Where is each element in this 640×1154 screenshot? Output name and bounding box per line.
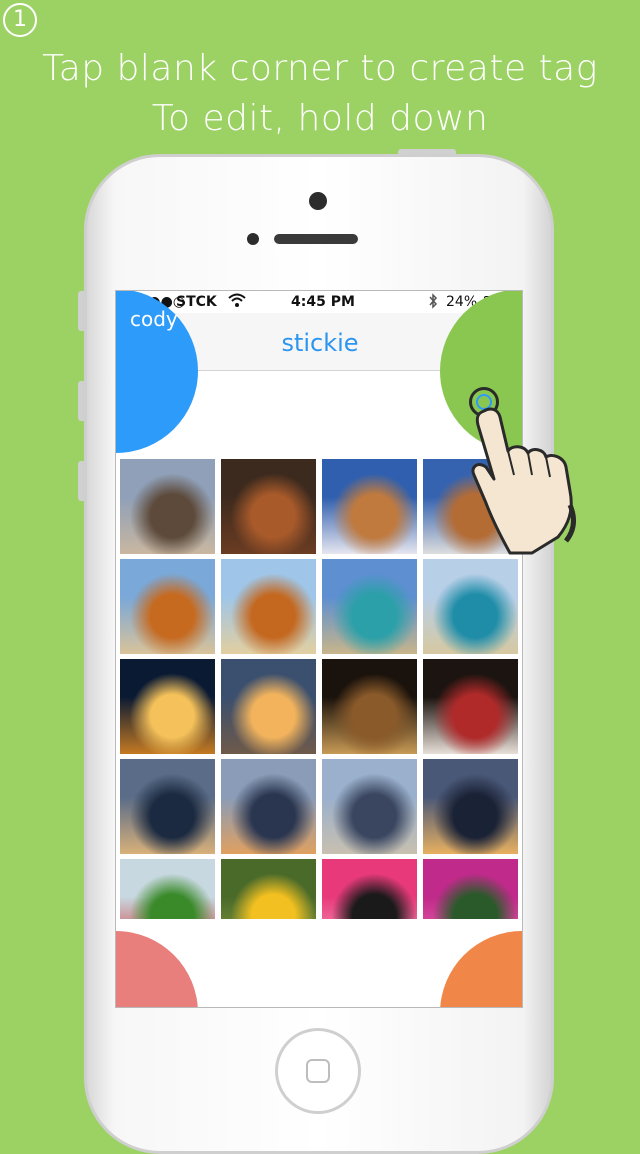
photo-thumbnail[interactable] — [120, 659, 215, 754]
status-time: 4:45 PM — [291, 294, 355, 310]
photo-thumbnail[interactable] — [423, 759, 518, 854]
bluetooth-icon — [428, 293, 438, 313]
photo-thumbnail[interactable] — [221, 659, 316, 754]
carrier-name: STCK — [176, 294, 217, 310]
photo-thumbnail[interactable] — [423, 559, 518, 654]
photo-thumbnail[interactable] — [120, 459, 215, 554]
app-screen: ●●●●○ STCK 4:45 PM 24% stickie cody — [115, 290, 523, 1008]
photo-thumbnail[interactable] — [120, 559, 215, 654]
proximity-sensor — [247, 233, 259, 245]
tag-corner-bottom-left[interactable] — [116, 931, 198, 1007]
home-button[interactable] — [275, 1028, 361, 1114]
pointing-hand-icon — [470, 405, 590, 555]
photo-thumbnail[interactable] — [120, 759, 215, 854]
tag-label-cody: cody — [130, 307, 178, 331]
earpiece-speaker — [274, 234, 358, 244]
photo-thumbnail[interactable] — [322, 859, 417, 919]
photo-thumbnail[interactable] — [221, 459, 316, 554]
photo-thumbnail[interactable] — [423, 659, 518, 754]
tag-corner-bottom-right[interactable] — [440, 931, 522, 1007]
front-camera — [309, 192, 327, 210]
instruction-line-2: To edit, hold down — [151, 98, 489, 139]
photo-thumbnail[interactable] — [221, 859, 316, 919]
photo-thumbnail[interactable] — [322, 459, 417, 554]
step-number-badge: 1 — [3, 3, 37, 37]
photo-thumbnail[interactable] — [322, 659, 417, 754]
photo-thumbnail[interactable] — [120, 859, 215, 919]
photo-grid — [120, 459, 520, 919]
instruction-line-1: Tap blank corner to create tag — [42, 48, 598, 89]
photo-thumbnail[interactable] — [221, 759, 316, 854]
photo-thumbnail[interactable] — [322, 759, 417, 854]
photo-thumbnail[interactable] — [423, 859, 518, 919]
wifi-icon — [228, 292, 246, 312]
photo-thumbnail[interactable] — [221, 559, 316, 654]
photo-thumbnail[interactable] — [322, 559, 417, 654]
